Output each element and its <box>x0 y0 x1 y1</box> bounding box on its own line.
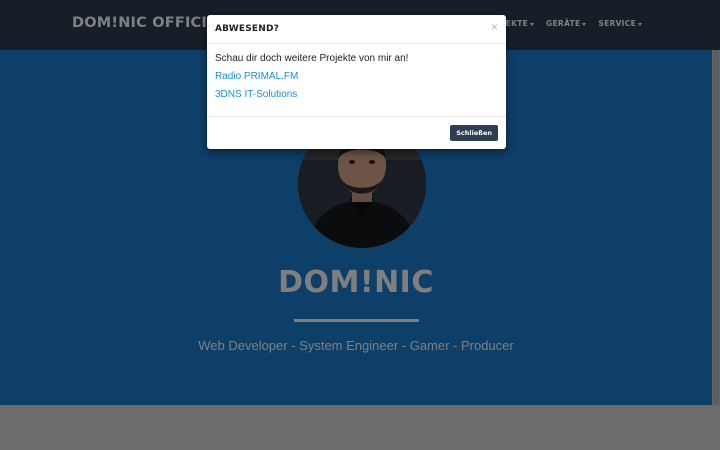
modal-title: ABWESEND? <box>215 24 280 34</box>
link-3dns[interactable]: 3DNS IT-Solutions <box>215 89 498 100</box>
close-icon[interactable]: × <box>491 20 498 34</box>
modal-footer: Schließen <box>207 116 506 150</box>
link-radio-primal[interactable]: Radio PRIMAL.FM <box>215 71 498 82</box>
modal-message: Schau dir doch weitere Projekte von mir … <box>215 53 409 64</box>
close-button[interactable]: Schließen <box>450 125 498 141</box>
modal-body: Schau dir doch weitere Projekte von mir … <box>215 53 498 107</box>
modal-header: ABWESEND? × <box>207 15 506 44</box>
away-modal: ABWESEND? × Schau dir doch weitere Proje… <box>207 15 506 149</box>
